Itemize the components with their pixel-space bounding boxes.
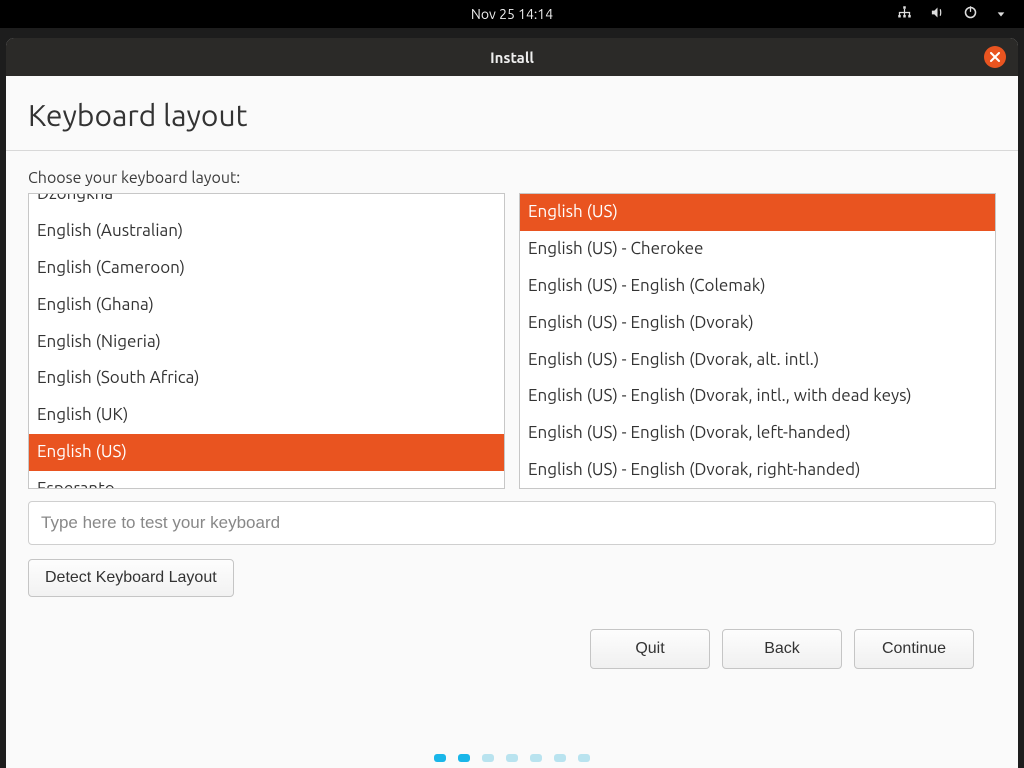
clock: Nov 25 14:14 <box>471 6 553 22</box>
installer-window: Install Keyboard layout Choose your keyb… <box>6 38 1018 768</box>
power-icon[interactable] <box>963 5 978 23</box>
window-title: Install <box>490 49 534 66</box>
variant-option-selected[interactable]: English (US) <box>520 194 995 231</box>
variant-option[interactable]: English (US) - English (Colemak) <box>520 268 995 305</box>
layout-option[interactable]: English (Australian) <box>29 213 504 250</box>
progress-dot <box>434 754 446 762</box>
progress-dot <box>554 754 566 762</box>
layout-option[interactable]: English (Ghana) <box>29 287 504 324</box>
keyboard-test-input[interactable] <box>28 501 996 545</box>
back-button[interactable]: Back <box>722 629 842 669</box>
variant-option[interactable]: English (US) - Cherokee <box>520 231 995 268</box>
network-icon[interactable] <box>897 5 912 23</box>
variant-listbox[interactable]: English (US) English (US) - Cherokee Eng… <box>519 193 996 489</box>
progress-indicator <box>6 754 1018 768</box>
progress-dot <box>530 754 542 762</box>
progress-dot <box>458 754 470 762</box>
layout-option[interactable]: Esperanto <box>29 471 504 489</box>
system-tray <box>897 5 1006 23</box>
detect-keyboard-button[interactable]: Detect Keyboard Layout <box>28 559 234 597</box>
progress-dot <box>482 754 494 762</box>
variant-option[interactable]: English (US) - English (Dvorak, right-ha… <box>520 452 995 489</box>
variant-option[interactable]: English (US) - English (Dvorak) <box>520 305 995 342</box>
close-button[interactable] <box>984 46 1006 68</box>
variant-option[interactable]: English (US) - English (Dvorak, left-han… <box>520 415 995 452</box>
window-titlebar: Install <box>6 38 1018 76</box>
footer-buttons: Quit Back Continue <box>28 615 996 689</box>
continue-button[interactable]: Continue <box>854 629 974 669</box>
volume-icon[interactable] <box>930 5 945 23</box>
page-title: Keyboard layout <box>28 98 996 132</box>
layout-option[interactable]: English (Cameroon) <box>29 250 504 287</box>
chevron-down-icon[interactable] <box>996 6 1006 22</box>
progress-dot <box>578 754 590 762</box>
layout-option[interactable]: English (Nigeria) <box>29 324 504 361</box>
quit-button[interactable]: Quit <box>590 629 710 669</box>
prompt-label: Choose your keyboard layout: <box>28 169 996 187</box>
layout-option[interactable]: English (South Africa) <box>29 360 504 397</box>
layout-option-selected[interactable]: English (US) <box>29 434 504 471</box>
page-header: Keyboard layout <box>6 76 1018 150</box>
variant-option[interactable]: English (US) - English (Dvorak, intl., w… <box>520 378 995 415</box>
progress-dot <box>506 754 518 762</box>
system-topbar: Nov 25 14:14 <box>0 0 1024 28</box>
layout-listbox[interactable]: Dzongkha English (Australian) English (C… <box>28 193 505 489</box>
content: Choose your keyboard layout: Dzongkha En… <box>6 151 1018 754</box>
layout-option[interactable]: English (UK) <box>29 397 504 434</box>
variant-option[interactable]: English (US) - English (Dvorak, alt. int… <box>520 342 995 379</box>
page-body: Keyboard layout Choose your keyboard lay… <box>6 76 1018 768</box>
layout-option[interactable]: Dzongkha <box>29 193 504 213</box>
layout-lists: Dzongkha English (Australian) English (C… <box>28 193 996 489</box>
